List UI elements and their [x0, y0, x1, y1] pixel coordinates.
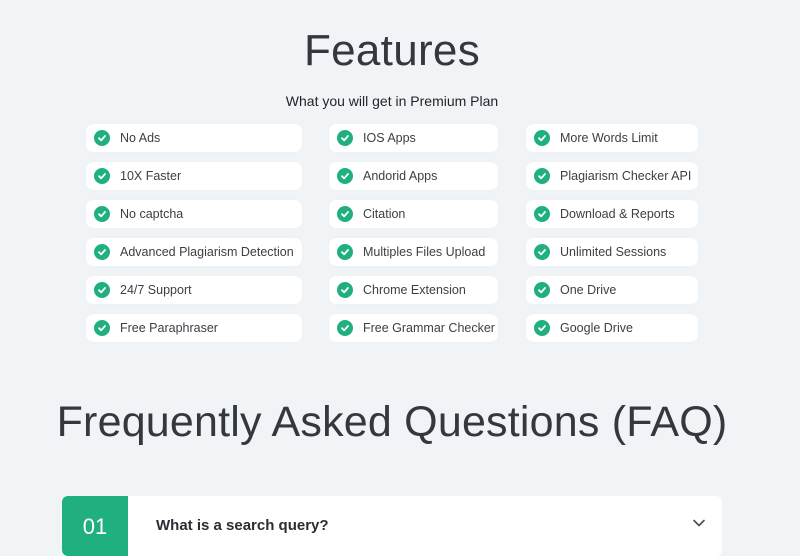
feature-column-2: IOS Apps Andorid Apps Citation Multiples… — [329, 124, 498, 352]
check-circle-icon — [94, 320, 110, 336]
feature-label: Free Paraphraser — [120, 321, 218, 335]
features-title: Features — [303, 26, 481, 75]
check-circle-icon — [94, 282, 110, 298]
feature-label: Free Grammar Checker — [363, 321, 495, 335]
feature-item: No Ads — [86, 124, 302, 152]
check-circle-icon — [337, 206, 353, 222]
check-circle-icon — [534, 320, 550, 336]
check-circle-icon — [534, 244, 550, 260]
feature-item: Citation — [329, 200, 498, 228]
feature-item: More Words Limit — [526, 124, 698, 152]
feature-label: Google Drive — [560, 321, 633, 335]
feature-label: 24/7 Support — [120, 283, 192, 297]
feature-item: Andorid Apps — [329, 162, 498, 190]
features-subtitle: What you will get in Premium Plan — [285, 93, 499, 109]
feature-item: 10X Faster — [86, 162, 302, 190]
faq-item[interactable]: 01 What is a search query? — [62, 496, 722, 556]
check-circle-icon — [337, 130, 353, 146]
check-circle-icon — [534, 282, 550, 298]
feature-label: Multiples Files Upload — [363, 245, 486, 259]
check-circle-icon — [94, 168, 110, 184]
feature-label: 10X Faster — [120, 169, 182, 183]
check-circle-icon — [94, 244, 110, 260]
check-circle-icon — [337, 168, 353, 184]
feature-item: IOS Apps — [329, 124, 498, 152]
feature-item: Download & Reports — [526, 200, 698, 228]
check-circle-icon — [534, 130, 550, 146]
check-circle-icon — [94, 206, 110, 222]
check-circle-icon — [337, 244, 353, 260]
feature-label: Download & Reports — [560, 207, 675, 221]
feature-item: Free Paraphraser — [86, 314, 302, 342]
feature-item: Google Drive — [526, 314, 698, 342]
feature-label: No Ads — [120, 131, 161, 145]
check-circle-icon — [534, 168, 550, 184]
feature-item: 24/7 Support — [86, 276, 302, 304]
feature-label: Citation — [363, 207, 406, 221]
feature-label: No captcha — [120, 207, 184, 221]
check-circle-icon — [337, 282, 353, 298]
feature-label: Unlimited Sessions — [560, 245, 667, 259]
feature-item: Plagiarism Checker API — [526, 162, 698, 190]
faq-title: Frequently Asked Questions (FAQ) — [56, 398, 728, 446]
faq-question[interactable]: What is a search query? — [156, 517, 329, 534]
check-circle-icon — [337, 320, 353, 336]
feature-column-1: No Ads 10X Faster No captcha Advanced Pl… — [86, 124, 302, 352]
feature-column-3: More Words Limit Plagiarism Checker API … — [526, 124, 698, 352]
faq-number: 01 — [62, 496, 128, 556]
chevron-down-icon[interactable] — [692, 518, 706, 528]
feature-label: IOS Apps — [363, 131, 416, 145]
feature-item: No captcha — [86, 200, 302, 228]
feature-item: Multiples Files Upload — [329, 238, 498, 266]
feature-label: Chrome Extension — [363, 283, 466, 297]
feature-label: One Drive — [560, 283, 617, 297]
check-circle-icon — [94, 130, 110, 146]
feature-item: Free Grammar Checker — [329, 314, 498, 342]
check-circle-icon — [534, 206, 550, 222]
feature-label: Andorid Apps — [363, 169, 438, 183]
feature-label: More Words Limit — [560, 131, 658, 145]
feature-item: Chrome Extension — [329, 276, 498, 304]
feature-label: Plagiarism Checker API — [560, 169, 692, 183]
feature-item: Unlimited Sessions — [526, 238, 698, 266]
feature-item: One Drive — [526, 276, 698, 304]
feature-item: Advanced Plagiarism Detection — [86, 238, 302, 266]
feature-label: Advanced Plagiarism Detection — [120, 245, 294, 259]
